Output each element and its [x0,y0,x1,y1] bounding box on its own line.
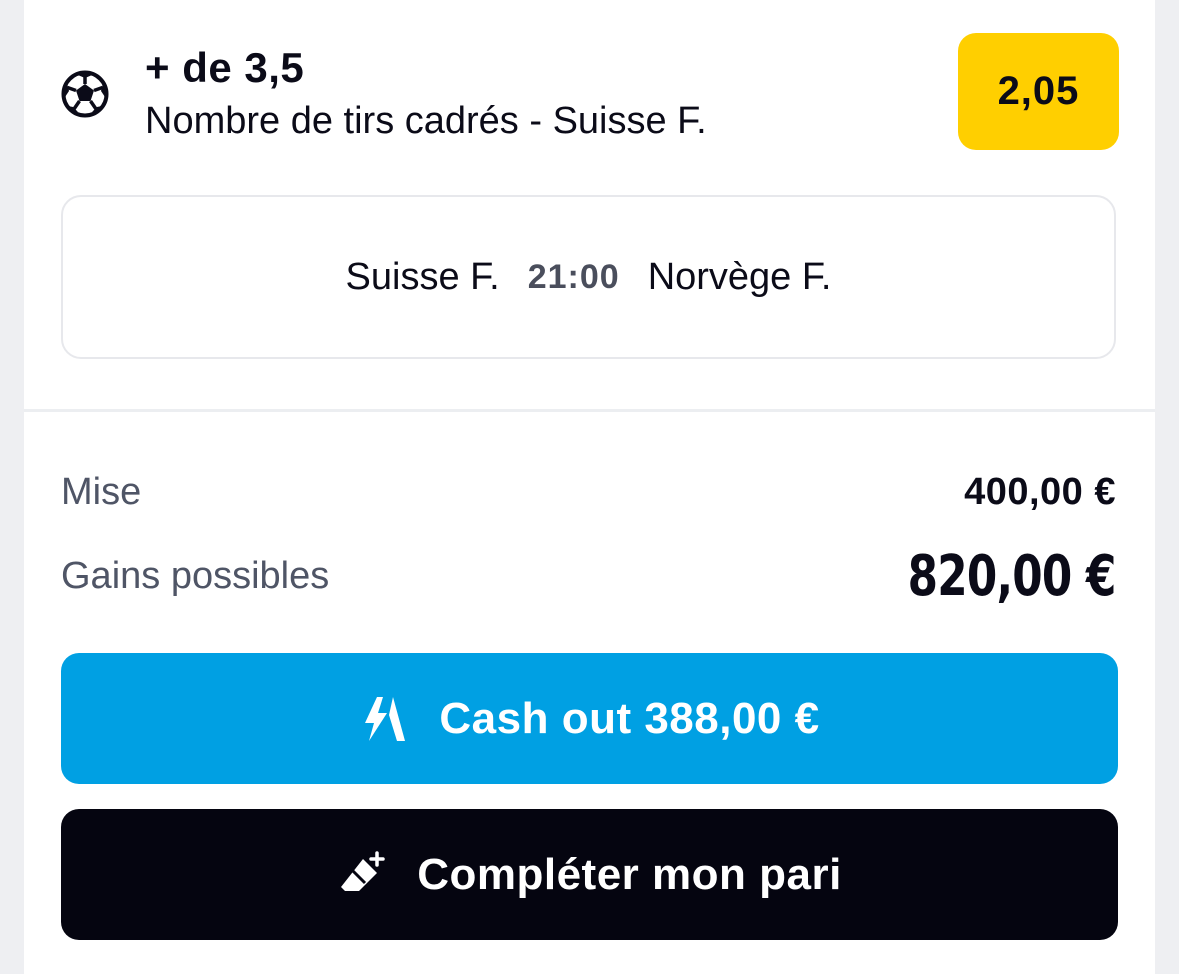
away-team: Norvège F. [647,255,832,298]
home-team: Suisse F. [345,255,500,298]
odds-badge[interactable]: 2,05 [958,33,1119,150]
cashout-button[interactable]: Cash out 388,00 € [61,653,1118,784]
stake-row: Mise 400,00 € [61,466,1116,518]
match-info[interactable]: Suisse F. 21:00 Norvège F. [61,195,1116,359]
selection-market: Nombre de tirs cadrés - Suisse F. [145,100,707,142]
stake-label: Mise [61,470,142,513]
gains-row: Gains possibles 820,00 € [61,543,1117,609]
bet-selection: + de 3,5 Nombre de tirs cadrés - Suisse … [24,0,1155,410]
stake-value: 400,00 € [964,470,1116,513]
complete-bet-button[interactable]: Compléter mon pari [61,809,1118,940]
section-divider [24,409,1155,412]
match-time: 21:00 [527,257,620,296]
soccer-ball-icon [60,69,110,119]
cashout-arrows-icon [359,693,411,745]
cashout-label: Cash out 388,00 € [439,693,820,743]
complete-label: Compléter mon pari [417,849,842,899]
selection-title: + de 3,5 [145,44,305,91]
gains-label: Gains possibles [61,554,330,597]
gains-value: 820,00 € [908,543,1117,609]
eraser-plus-icon [337,849,389,901]
bet-card: + de 3,5 Nombre de tirs cadrés - Suisse … [24,0,1155,974]
